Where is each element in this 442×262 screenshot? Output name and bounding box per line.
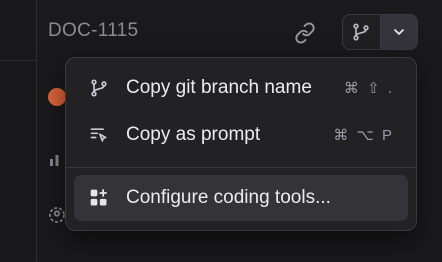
git-branch-icon [88, 77, 110, 99]
assignee-icon[interactable] [48, 206, 66, 224]
bar-chart-icon[interactable] [48, 150, 66, 168]
chevron-down-icon [393, 29, 404, 35]
menu-item-label: Copy as prompt [126, 124, 261, 145]
menu-item-label: Copy git branch name [126, 77, 312, 98]
menu-item-configure-coding-tools[interactable]: Configure coding tools... [74, 175, 408, 221]
menu-item-copy-git-branch[interactable]: Copy git branch name ⌘ ⇧ . [74, 65, 408, 111]
keyboard-shortcut: ⌘ ⇧ . [343, 80, 394, 97]
document-id: DOC-1115 [48, 20, 139, 41]
divider [0, 60, 36, 61]
prompt-icon [88, 124, 110, 146]
apps-plus-icon [88, 187, 110, 209]
menu-item-copy-as-prompt[interactable]: Copy as prompt ⌘ ⌥ P [74, 112, 408, 158]
menu-item-label: Configure coding tools... [126, 187, 331, 208]
left-panel-strip [0, 0, 37, 262]
priority-icon[interactable] [48, 88, 66, 106]
link-icon [295, 22, 315, 44]
git-branch-icon [353, 23, 369, 41]
branch-dropdown-menu: Copy git branch name ⌘ ⇧ . Copy as promp… [65, 57, 417, 231]
copy-link-button[interactable] [290, 18, 320, 48]
keyboard-shortcut: ⌘ ⌥ P [333, 127, 394, 144]
branch-button-group [342, 14, 418, 50]
menu-divider [66, 167, 416, 168]
branch-menu-toggle[interactable] [379, 15, 417, 49]
git-branch-button[interactable] [343, 15, 380, 49]
